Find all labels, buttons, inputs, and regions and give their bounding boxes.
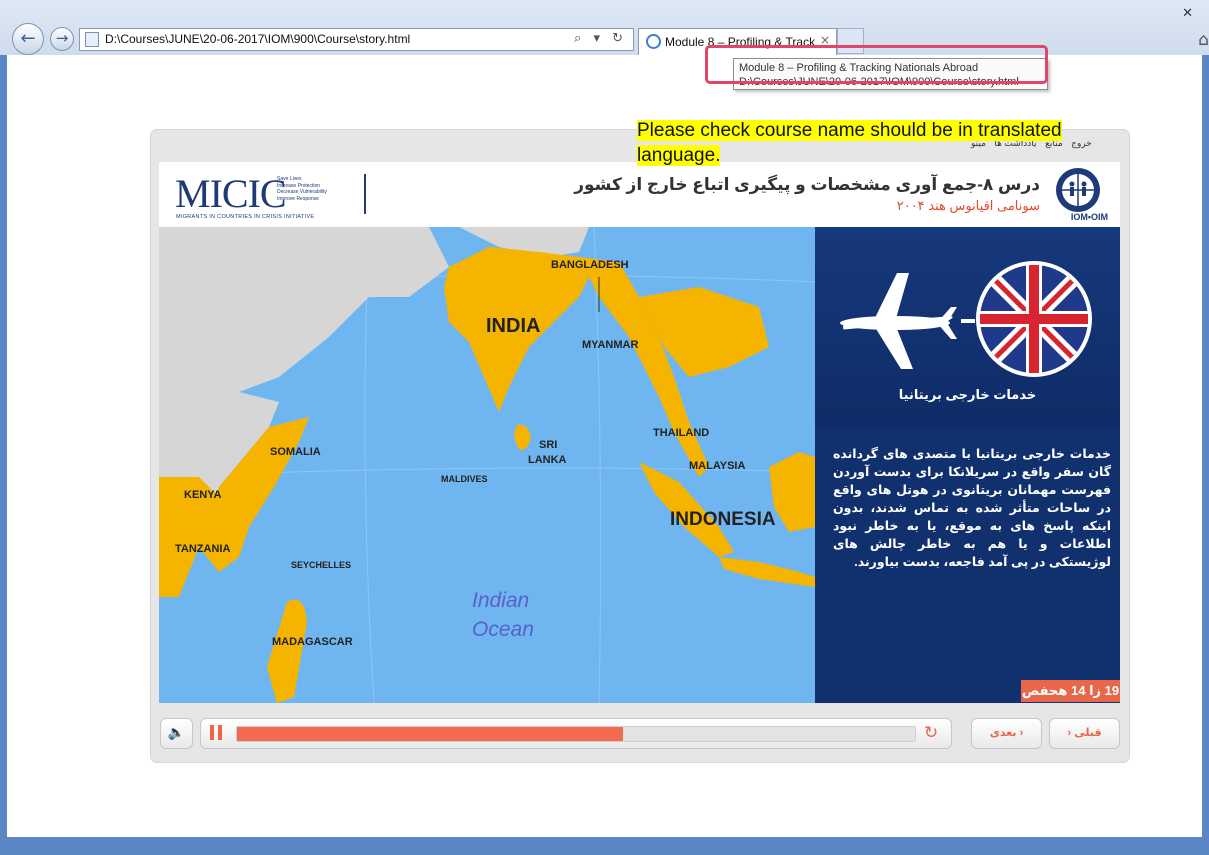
plane-and-flag-graphic xyxy=(840,261,1092,377)
window-frame-right xyxy=(1202,55,1209,855)
lesson-title: درس ۸-جمع آوری مشخصات و پیگیری اتباع خار… xyxy=(574,175,1040,194)
map-label: SRI xyxy=(539,439,558,451)
prev-button[interactable]: › قبلی xyxy=(1049,718,1120,749)
highlight-box xyxy=(705,45,1048,84)
map-label: INDIA xyxy=(486,315,541,337)
map-label: MALAYSIA xyxy=(689,460,746,472)
map-label: BANGLADESH xyxy=(551,259,629,271)
info-panel: خدمات خارجی بریتانیا خدمات خارجی بریتانی… xyxy=(815,227,1120,703)
dash-icon xyxy=(961,319,975,323)
map-label: MYANMAR xyxy=(582,339,639,351)
micic-tagline: Improve Response xyxy=(277,195,319,202)
address-bar[interactable]: D:\Courses\JUNE\20-06-2017\IOM\900\Cours… xyxy=(79,28,634,51)
map-label: MALDIVES xyxy=(441,474,488,484)
map-label: LANKA xyxy=(528,454,567,466)
seekbar-track[interactable] xyxy=(236,726,916,742)
next-button[interactable]: بعدی › xyxy=(971,718,1042,749)
micic-logo: MICIC Save Lives Increase Protection Dec… xyxy=(175,170,327,220)
micic-taglines: Save Lives Increase Protection Decrease … xyxy=(277,176,327,202)
micic-subtitle: MIGRANTS IN COUNTRIES IN CRISIS INITIATI… xyxy=(176,214,315,220)
info-panel-header: خدمات خارجی بریتانیا xyxy=(815,227,1120,427)
panel-body-text: خدمات خارجی بریتانیا با متصدی های گرداند… xyxy=(833,447,1111,569)
back-arrow-icon: ← xyxy=(20,28,36,49)
micic-logo-text: MICIC xyxy=(175,171,287,216)
volume-button[interactable]: 🔈 xyxy=(160,718,193,749)
micic-tagline: Decrease Vulnerability xyxy=(277,189,327,195)
map-label: MADAGASCAR xyxy=(272,636,353,648)
forward-arrow-icon: → xyxy=(55,29,69,47)
ie-icon xyxy=(646,34,661,49)
map-ocean-label: Ocean xyxy=(472,618,534,641)
map-label: INDONESIA xyxy=(670,509,776,530)
back-button[interactable]: ← xyxy=(12,23,44,55)
forward-button[interactable]: → xyxy=(50,27,74,51)
page-icon xyxy=(85,32,99,47)
slide-counter: 19 زا 14 هحفص xyxy=(1021,680,1120,702)
map-ocean-label: Indian xyxy=(472,589,530,612)
address-text[interactable]: D:\Courses\JUNE\20-06-2017\IOM\900\Cours… xyxy=(105,32,410,46)
speaker-icon: 🔈 xyxy=(167,725,186,741)
review-annotation: Please check course name should be in tr… xyxy=(637,118,1137,168)
lesson-subtitle: سونامی اقیانوس هند ۲۰۰۴ xyxy=(896,198,1040,213)
map-label: SEYCHELLES xyxy=(291,560,352,570)
prev-button-label: › قبلی xyxy=(1067,727,1102,739)
window-frame-bottom xyxy=(0,837,1209,855)
next-button-label: بعدی › xyxy=(989,727,1024,739)
home-icon[interactable]: ⌂ xyxy=(1198,30,1209,50)
map-label: KENYA xyxy=(184,489,222,501)
slide: MICIC Save Lives Increase Protection Dec… xyxy=(159,162,1120,703)
window-frame-left xyxy=(0,55,7,855)
airplane-icon xyxy=(840,273,957,369)
seekbar-progress xyxy=(237,727,624,741)
pause-icon[interactable] xyxy=(210,725,224,740)
map-label: SOMALIA xyxy=(270,446,321,458)
uk-flag-icon xyxy=(976,261,1092,377)
header-divider xyxy=(364,174,366,214)
replay-icon[interactable]: ↻ xyxy=(924,723,938,743)
seekbar-container: ↻ xyxy=(200,718,952,749)
iom-label: IOM•OIM xyxy=(1070,212,1108,222)
annotation-text: Please check course name should be in tr… xyxy=(637,120,1062,166)
map-label: TANZANIA xyxy=(175,543,231,555)
map-label: THAILAND xyxy=(653,427,710,439)
address-search-refresh-icons[interactable]: ⌕ ▾ ↻ xyxy=(574,31,627,46)
slide-header: MICIC Save Lives Increase Protection Dec… xyxy=(159,162,1120,228)
window-close-icon[interactable]: ✕ xyxy=(1182,6,1193,21)
panel-caption: خدمات خارجی بریتانیا xyxy=(898,387,1037,402)
